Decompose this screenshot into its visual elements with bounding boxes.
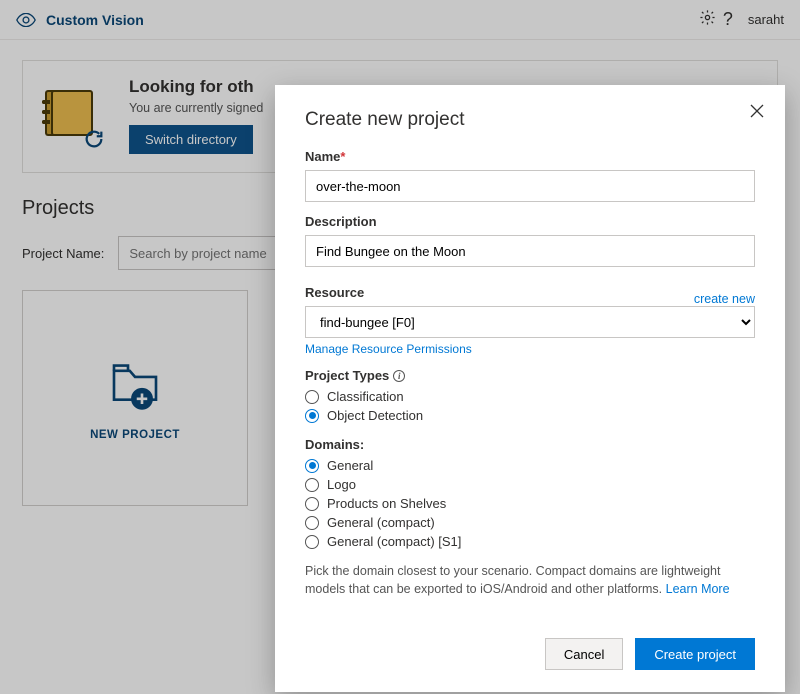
domain-option[interactable]: General [305,458,755,473]
radio-label: General (compact) [327,515,435,530]
create-new-resource-link[interactable]: create new [694,292,755,306]
resource-label: Resource [305,285,364,300]
radio-label: General (compact) [S1] [327,534,461,549]
radio-label: General [327,458,373,473]
description-field[interactable] [305,235,755,267]
manage-permissions-link[interactable]: Manage Resource Permissions [305,342,472,356]
radio-icon [305,497,319,511]
radio-icon [305,516,319,530]
radio-label: Products on Shelves [327,496,446,511]
name-field[interactable] [305,170,755,202]
radio-icon [305,409,319,423]
radio-label: Logo [327,477,356,492]
domains-label: Domains: [305,437,755,452]
radio-icon [305,459,319,473]
dialog-title: Create new project [305,109,755,131]
project-types-label: Project Types i [305,368,755,383]
learn-more-link[interactable]: Learn More [666,582,730,596]
info-icon[interactable]: i [393,370,405,382]
domain-option[interactable]: General (compact) [S1] [305,534,755,549]
radio-label: Object Detection [327,408,423,423]
helper-text: Pick the domain closest to your scenario… [305,563,755,598]
create-project-dialog: Create new project Name* Description Res… [275,85,785,692]
project-type-option[interactable]: Classification [305,389,755,404]
project-type-option[interactable]: Object Detection [305,408,755,423]
cancel-button[interactable]: Cancel [545,638,623,670]
name-label: Name* [305,149,755,164]
radio-icon [305,390,319,404]
domain-option[interactable]: Products on Shelves [305,496,755,511]
resource-select[interactable]: find-bungee [F0] [305,306,755,338]
radio-icon [305,535,319,549]
domain-option[interactable]: General (compact) [305,515,755,530]
close-icon[interactable] [749,103,765,122]
description-label: Description [305,214,755,229]
radio-label: Classification [327,389,404,404]
create-project-button[interactable]: Create project [635,638,755,670]
domain-option[interactable]: Logo [305,477,755,492]
radio-icon [305,478,319,492]
